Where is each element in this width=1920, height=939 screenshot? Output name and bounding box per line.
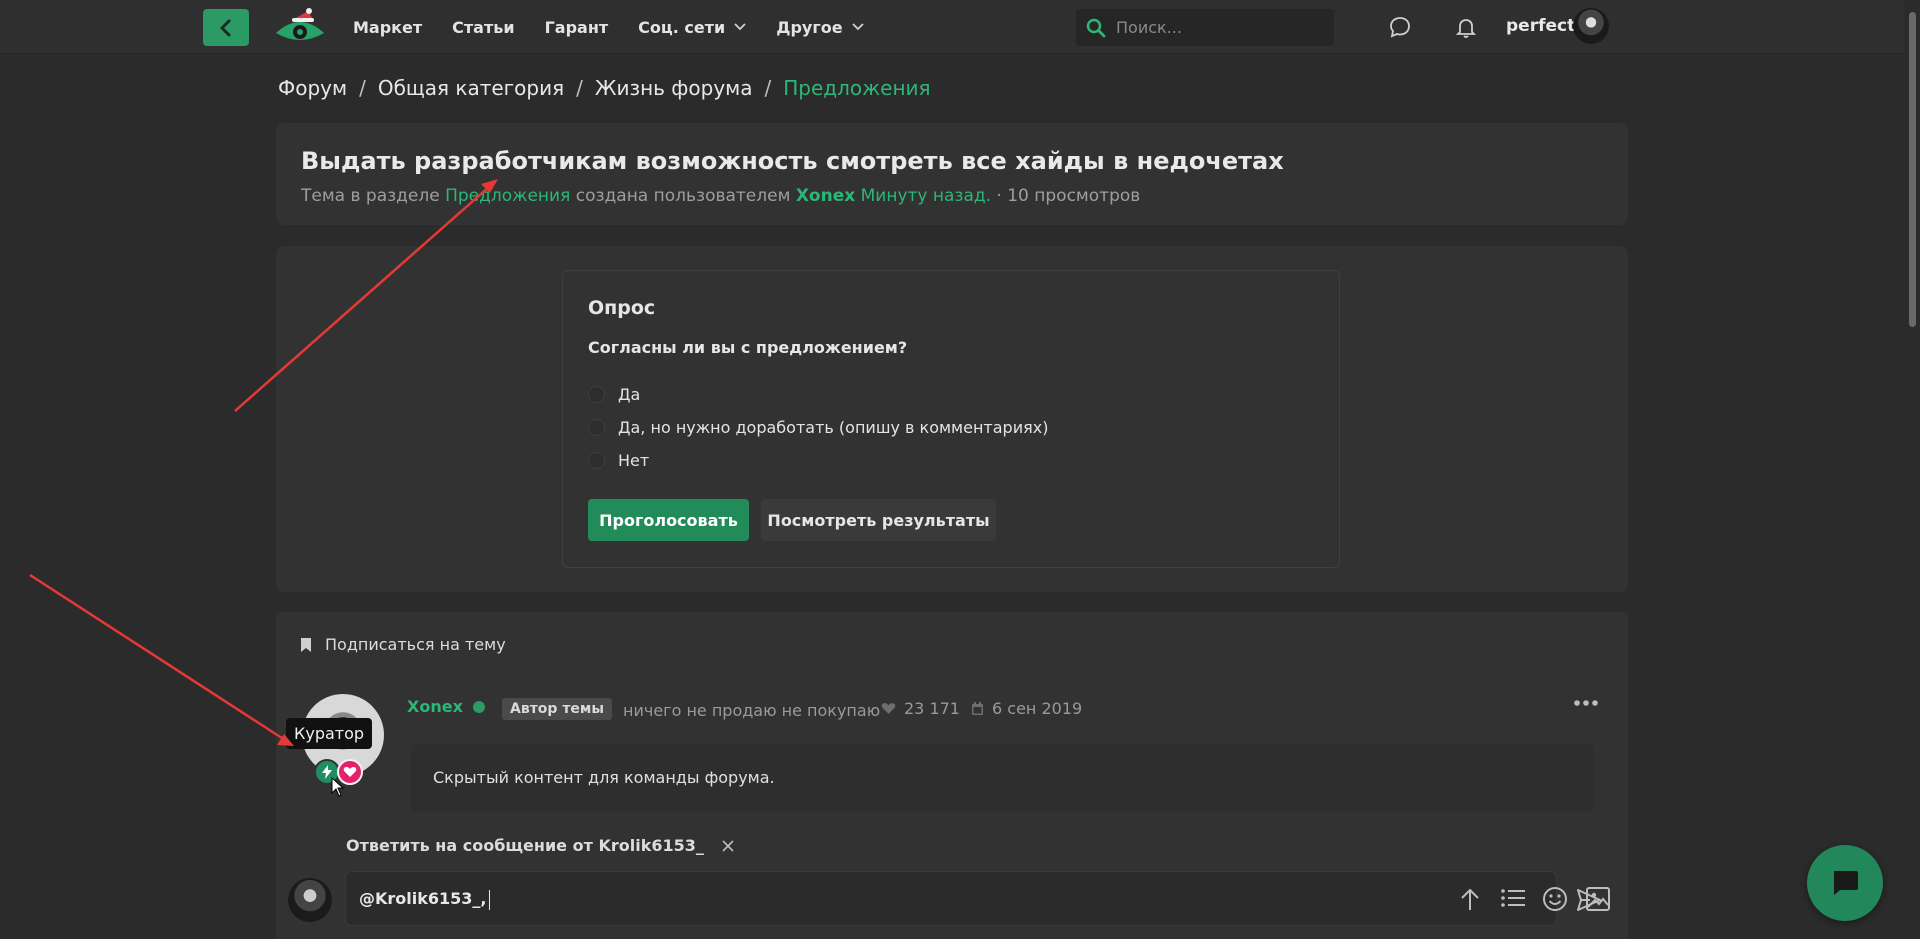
poll-box: Опрос Согласны ли вы с предложением? Да …	[562, 270, 1340, 568]
user-avatar[interactable]	[1573, 8, 1609, 44]
breadcrumb-suggestions[interactable]: Предложения	[783, 76, 930, 100]
reply-to-prefix: Ответить на сообщение от	[346, 836, 593, 855]
nav-other[interactable]: Другое	[776, 18, 864, 37]
bookmark-icon	[301, 637, 311, 652]
meta-section-link[interactable]: Предложения	[445, 186, 570, 206]
poll-option-label: Нет	[618, 451, 650, 470]
scrollbar-thumb[interactable]	[1909, 12, 1916, 327]
poll-option-yes[interactable]: Да	[588, 385, 640, 404]
nav-guarantee[interactable]: Гарант	[545, 18, 609, 37]
post-content: Скрытый контент для команды форума.	[411, 744, 1594, 812]
current-user-avatar	[288, 878, 332, 922]
author-status: ничего не продаю не покупаю	[623, 701, 881, 720]
subscribe-button[interactable]: Подписаться на тему	[300, 635, 506, 654]
logo-eye-icon	[276, 8, 324, 40]
chevron-left-icon	[220, 19, 231, 36]
reply-to-bar: Ответить на сообщение от Krolik6153_	[346, 836, 734, 855]
topic-title: Выдать разработчикам возможность смотрет…	[301, 147, 1284, 175]
nav-articles[interactable]: Статьи	[452, 18, 514, 37]
breadcrumb-forum-life[interactable]: Жизнь форума	[595, 76, 753, 100]
close-icon[interactable]	[722, 839, 734, 852]
editor-content[interactable]: @Krolik6153_,	[359, 889, 490, 910]
hidden-content-text: Скрытый контент для команды форума.	[433, 768, 775, 787]
arrow-up-icon[interactable]	[1458, 886, 1482, 912]
chat-bubble-icon[interactable]	[1388, 15, 1412, 39]
topic-header: Выдать разработчикам возможность смотрет…	[276, 123, 1628, 225]
message-icon	[1834, 871, 1858, 895]
meta-time: Минуту назад.	[860, 186, 992, 206]
site-logo[interactable]	[274, 7, 326, 47]
reply-editor[interactable]: @Krolik6153_,	[345, 871, 1610, 926]
main-nav: Маркет Статьи Гарант Соц. сети Другое	[353, 0, 894, 54]
poll-radio[interactable]	[588, 386, 605, 403]
calendar-icon	[972, 701, 983, 715]
poll-option-no[interactable]: Нет	[588, 451, 649, 470]
breadcrumb-separator: /	[576, 76, 583, 100]
breadcrumb-general[interactable]: Общая категория	[378, 76, 564, 100]
post-author-name[interactable]: Xonex	[407, 697, 463, 716]
page-scrollbar[interactable]	[1904, 0, 1920, 939]
annotation-arrow-badge	[29, 573, 294, 746]
search-input[interactable]	[1116, 18, 1316, 37]
emoji-icon[interactable]	[1542, 886, 1568, 912]
post-section: Подписаться на тему Куратор Xonex Автор …	[276, 612, 1628, 939]
text-caret	[488, 889, 490, 910]
username[interactable]: perfect	[1506, 16, 1575, 36]
list-icon[interactable]	[1500, 886, 1526, 910]
poll-heading: Опрос	[588, 297, 656, 319]
topic-meta: Тема в разделе Предложения создана польз…	[301, 186, 1140, 206]
poll-radio[interactable]	[588, 452, 605, 469]
search-box[interactable]	[1076, 9, 1334, 46]
nav-market[interactable]: Маркет	[353, 18, 422, 37]
subscribe-label: Подписаться на тему	[325, 635, 506, 654]
poll-option-label: Да, но нужно доработать (опишу в коммент…	[618, 418, 1049, 437]
likes-count: 23 171	[881, 699, 960, 718]
mouse-cursor-icon	[331, 777, 345, 797]
reply-to-target: Krolik6153_	[598, 836, 704, 855]
online-indicator	[473, 701, 485, 713]
poll-section: Опрос Согласны ли вы с предложением? Да …	[276, 246, 1628, 592]
breadcrumb-forum[interactable]: Форум	[278, 76, 347, 100]
top-bar: Маркет Статьи Гарант Соц. сети Другое pe…	[0, 0, 1904, 54]
chevron-down-icon	[851, 23, 864, 31]
topic-author-badge: Автор темы	[502, 698, 613, 720]
poll-option-label: Да	[618, 385, 641, 404]
more-options-icon[interactable]	[1573, 698, 1599, 708]
heart-icon	[881, 703, 896, 714]
poll-option-yes-improve[interactable]: Да, но нужно доработать (опишу в коммент…	[588, 418, 1048, 437]
bell-icon[interactable]	[1454, 15, 1478, 39]
registration-date: 6 сен 2019	[971, 699, 1082, 718]
send-icon[interactable]	[1576, 888, 1602, 912]
chat-fab-button[interactable]	[1807, 845, 1883, 921]
poll-radio[interactable]	[588, 419, 605, 436]
breadcrumb: Форум / Общая категория / Жизнь форума /…	[278, 76, 931, 100]
chevron-down-icon	[734, 23, 746, 31]
meta-prefix: Тема в разделе	[301, 186, 440, 206]
poll-question: Согласны ли вы с предложением?	[588, 338, 908, 357]
meta-author-link[interactable]: Xonex	[796, 186, 855, 206]
nav-social[interactable]: Соц. сети	[638, 18, 746, 37]
view-results-button[interactable]: Посмотреть результаты	[761, 499, 996, 541]
search-icon	[1086, 18, 1106, 37]
breadcrumb-separator: /	[359, 76, 366, 100]
vote-button[interactable]: Проголосовать	[588, 499, 749, 541]
meta-mid: создана пользователем	[575, 186, 791, 206]
meta-views: · 10 просмотров	[996, 186, 1141, 206]
breadcrumb-separator: /	[764, 76, 772, 100]
back-button[interactable]	[203, 9, 249, 46]
badge-tooltip: Куратор	[286, 718, 373, 749]
heart-icon	[343, 767, 357, 777]
